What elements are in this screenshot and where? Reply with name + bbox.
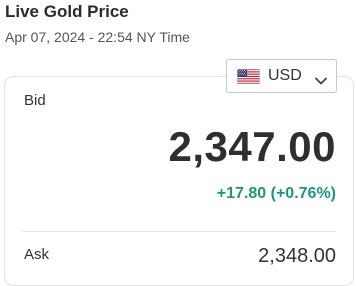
us-flag-icon — [237, 68, 260, 84]
bid-price: 2,347.00 — [168, 123, 336, 170]
currency-label: USD — [268, 67, 302, 84]
divider — [22, 231, 336, 232]
ask-price: 2,348.00 — [258, 245, 336, 267]
bid-label: Bid — [24, 92, 46, 109]
currency-selector[interactable]: USD — [226, 59, 337, 93]
chevron-down-icon — [314, 72, 327, 85]
bid-change: +17.80 (+0.76%) — [216, 185, 336, 202]
ask-label: Ask — [24, 246, 50, 263]
page-title: Live Gold Price — [5, 2, 129, 21]
timestamp: Apr 07, 2024 - 22:54 NY Time — [5, 29, 190, 45]
